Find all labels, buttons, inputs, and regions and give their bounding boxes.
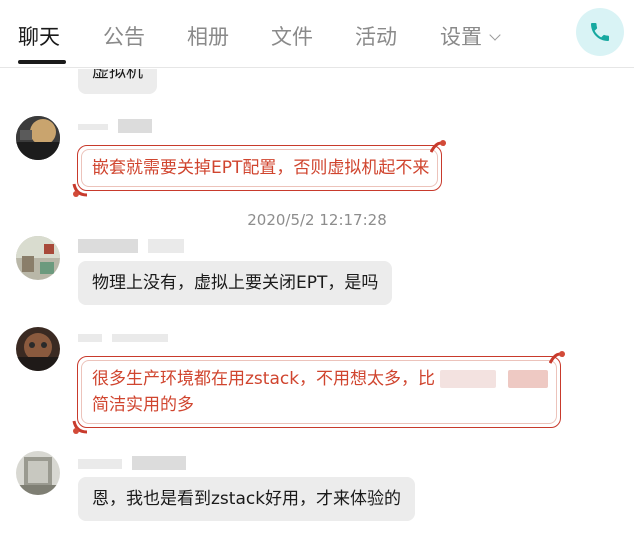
redacted-text [440, 370, 497, 388]
message-text: 虚拟机 [92, 69, 143, 82]
festive-ornament-icon [72, 420, 88, 434]
message-bubble[interactable]: 物理上没有，虚拟上要关闭EPT，是吗 [78, 261, 393, 305]
sender-name-blurred [78, 239, 192, 253]
avatar-image [16, 116, 60, 160]
tab-bar: 聊天 公告 相册 文件 活动 设置 [0, 0, 634, 68]
message-text-line1: 很多生产环境都在用zstack，不用想太多，比 [92, 369, 436, 389]
phone-icon [591, 23, 609, 41]
message-text-line2: 简洁实用的多 [92, 395, 194, 415]
tab-files[interactable]: 文件 [271, 24, 313, 50]
message-text: 嵌套就需要关掉EPT配置，否则虚拟机起不来 [92, 158, 430, 178]
message-bubble[interactable]: 恩，我也是看到zstack好用，才来体验的 [78, 477, 416, 521]
sender-name-blurred [78, 330, 172, 344]
tab-announcement[interactable]: 公告 [103, 24, 145, 50]
message-text: 恩，我也是看到zstack好用，才来体验的 [92, 489, 402, 509]
sender-name-blurred [78, 456, 194, 470]
tab-chat[interactable]: 聊天 [18, 24, 60, 50]
call-button[interactable] [576, 8, 624, 56]
tab-activity[interactable]: 活动 [355, 24, 397, 50]
festive-ornament-icon [548, 351, 565, 364]
message-bubble-festive[interactable]: 很多生产环境都在用zstack，不用想太多，比 简洁实用的多 [72, 351, 565, 434]
message-bubble[interactable]: 虚拟机 [78, 69, 157, 94]
avatar[interactable] [16, 327, 60, 371]
avatar-image [16, 327, 60, 371]
chevron-down-icon [489, 29, 501, 41]
avatar[interactable] [16, 236, 60, 280]
redacted-text [507, 370, 548, 388]
tab-settings[interactable]: 设置 [440, 24, 501, 50]
message-bubble-festive[interactable]: 嵌套就需要关掉EPT配置，否则虚拟机起不来 [72, 140, 447, 197]
avatar[interactable] [16, 451, 60, 495]
chat-message-list[interactable]: 虚拟机 嵌套就需要关掉EPT配置，否则虚拟机起不来 2020/5/2 12:17… [0, 69, 634, 541]
tab-settings-label: 设置 [440, 25, 482, 49]
tab-album[interactable]: 相册 [187, 24, 229, 50]
message-timestamp: 2020/5/2 12:17:28 [247, 211, 387, 229]
sender-name-blurred [78, 119, 162, 133]
message-text: 物理上没有，虚拟上要关闭EPT，是吗 [92, 273, 379, 293]
avatar-image [16, 451, 60, 495]
avatar-image [16, 236, 60, 280]
active-tab-indicator [18, 60, 66, 64]
festive-ornament-icon [72, 183, 88, 197]
festive-ornament-icon [430, 140, 447, 153]
avatar[interactable] [16, 116, 60, 160]
